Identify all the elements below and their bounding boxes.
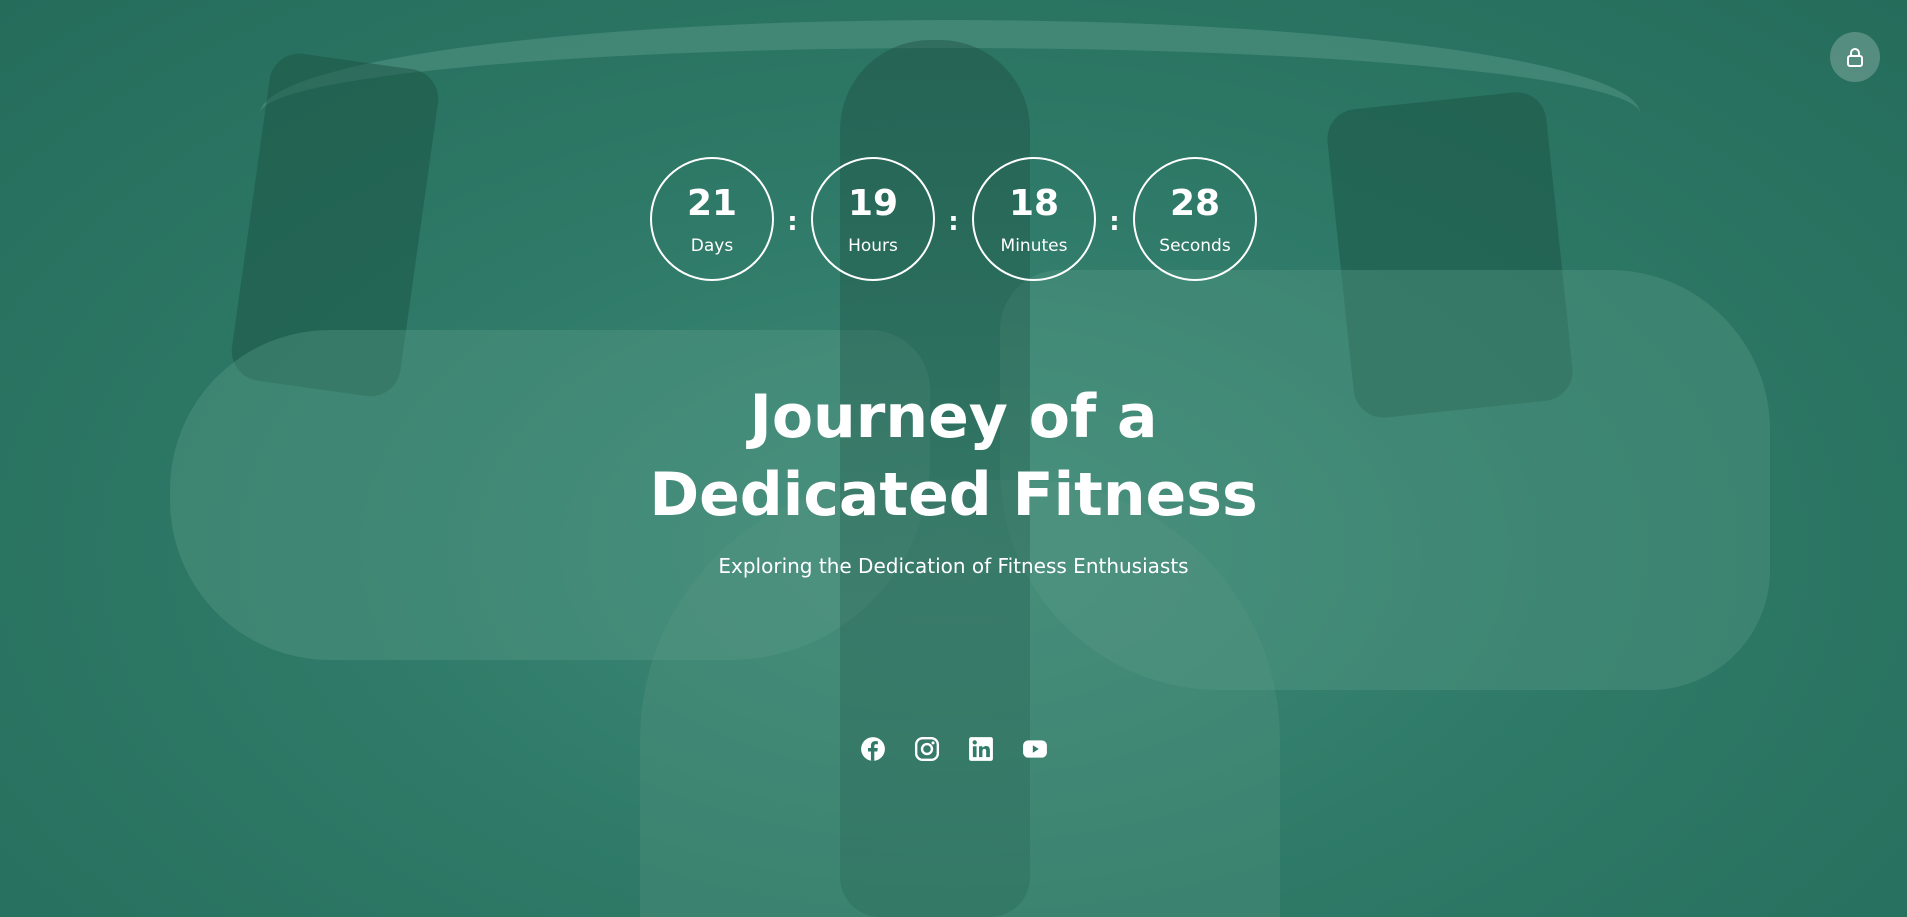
social-links xyxy=(0,736,1907,762)
coming-soon-page: 21 Days : 19 Hours : 18 Minutes : 28 Sec… xyxy=(0,0,1907,917)
countdown-days: 21 Days xyxy=(650,157,774,281)
instagram-link[interactable] xyxy=(914,736,940,762)
countdown-seconds-value: 28 xyxy=(1169,183,1221,224)
page-title-line-1: Journey of a xyxy=(749,382,1158,452)
countdown-seconds-label: Seconds xyxy=(1159,236,1231,256)
countdown-minutes-value: 18 xyxy=(1008,183,1060,224)
countdown-minutes: 18 Minutes xyxy=(972,157,1096,281)
page-subtitle: Exploring the Dedication of Fitness Enth… xyxy=(718,554,1189,578)
linkedin-icon xyxy=(968,737,993,761)
login-button[interactable] xyxy=(1830,32,1880,82)
countdown-hours: 19 Hours xyxy=(811,157,935,281)
countdown-timer: 21 Days : 19 Hours : 18 Minutes : 28 Sec… xyxy=(0,157,1907,281)
youtube-icon xyxy=(1022,740,1047,758)
countdown-seconds: 28 Seconds xyxy=(1133,157,1257,281)
countdown-days-value: 21 xyxy=(686,183,738,224)
background-back xyxy=(640,480,1280,917)
facebook-icon xyxy=(860,737,885,761)
countdown-separator: : xyxy=(1109,207,1120,237)
countdown-hours-value: 19 xyxy=(847,183,899,224)
linkedin-link[interactable] xyxy=(968,736,994,762)
countdown-hours-label: Hours xyxy=(848,236,898,256)
countdown-separator: : xyxy=(948,207,959,237)
youtube-link[interactable] xyxy=(1022,736,1048,762)
countdown-days-label: Days xyxy=(690,236,734,256)
facebook-link[interactable] xyxy=(860,736,886,762)
countdown-minutes-label: Minutes xyxy=(1000,236,1068,256)
countdown-separator: : xyxy=(787,207,798,237)
page-title-line-2: Dedicated Fitness xyxy=(649,460,1258,530)
lock-icon xyxy=(1847,48,1863,67)
instagram-icon xyxy=(914,736,939,762)
page-title: Journey of a Dedicated Fitness xyxy=(0,378,1907,534)
